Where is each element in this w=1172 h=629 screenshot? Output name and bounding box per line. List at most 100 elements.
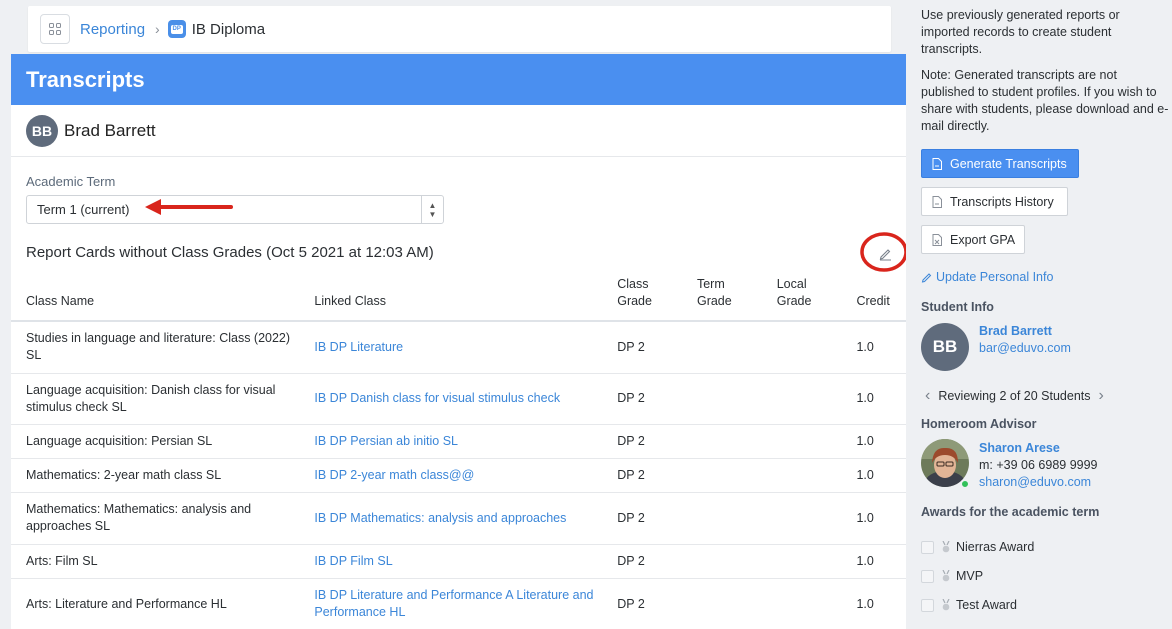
table-row: Mathematics: Mathematics: analysis and a… xyxy=(11,492,906,545)
class-name-cell: Language acquisition: Persian SL xyxy=(11,424,300,459)
advisor-name-link[interactable]: Sharon Arese xyxy=(979,441,1060,455)
local-grade-cell xyxy=(761,544,842,579)
local-grade-cell xyxy=(761,578,842,629)
table-row: Mathematics: 2-year math class SL IB DP … xyxy=(11,458,906,493)
linked-class-link[interactable]: IB DP Literature xyxy=(299,321,603,374)
breadcrumb: Reporting › DP IB Diploma xyxy=(28,6,891,52)
pencil-icon[interactable] xyxy=(877,245,893,261)
sidebar: Use previously generated reports or impo… xyxy=(921,0,1172,629)
credit-cell: 1.0 xyxy=(841,578,906,629)
page-title: Transcripts xyxy=(11,54,906,105)
excel-icon xyxy=(932,233,942,246)
linked-class-link[interactable]: IB DP Mathematics: analysis and approach… xyxy=(299,492,603,545)
linked-class-link[interactable]: IB DP Film SL xyxy=(299,544,603,579)
chevron-left-icon[interactable]: ‹ xyxy=(925,387,930,405)
credit-cell: 1.0 xyxy=(841,321,906,374)
class-grade-cell: DP 2 xyxy=(602,492,682,545)
grid-icon[interactable] xyxy=(40,14,70,44)
credit-cell: 1.0 xyxy=(841,544,906,579)
term-grade-cell xyxy=(681,578,762,629)
term-grade-cell xyxy=(681,544,762,579)
table-row: Arts: Film SL IB DP Film SL DP 2 1.0 xyxy=(11,544,906,579)
pdf-icon xyxy=(932,157,942,170)
class-name-cell: Mathematics: Mathematics: analysis and a… xyxy=(11,492,300,545)
linked-class-link[interactable]: IB DP Literature and Performance A Liter… xyxy=(299,578,603,629)
class-name-cell: Language acquisition: Danish class for v… xyxy=(11,373,300,425)
credit-cell: 1.0 xyxy=(841,424,906,459)
generate-transcripts-button[interactable]: Generate Transcripts xyxy=(921,149,1079,178)
column-header-class-name: Class Name xyxy=(11,276,300,322)
class-name-cell: Arts: Film SL xyxy=(11,544,300,579)
sidebar-note: Note: Generated transcripts are not publ… xyxy=(921,68,1169,133)
award-label: MVP xyxy=(956,569,984,583)
linked-class-link[interactable]: IB DP Danish class for visual stimulus c… xyxy=(299,373,603,425)
column-header-class-grade: Class Grade xyxy=(602,276,682,322)
linked-class-link[interactable]: IB DP 2-year math class@@ xyxy=(299,458,603,493)
award-checkbox[interactable] xyxy=(921,598,934,612)
student-email-link[interactable]: bar@eduvo.com xyxy=(979,341,1071,355)
column-header-local-grade: Local Grade xyxy=(761,276,842,322)
table-row: Studies in language and literature: Clas… xyxy=(11,321,906,374)
student-pager: ‹ Reviewing 2 of 20 Students › xyxy=(921,387,1104,405)
select-stepper-icon[interactable]: ▲ ▼ xyxy=(421,196,443,223)
student-info-title: Student Info xyxy=(921,300,994,314)
chevron-right-icon[interactable]: › xyxy=(1099,387,1104,405)
credit-cell: 1.0 xyxy=(841,458,906,493)
avatar: BB xyxy=(921,323,969,371)
class-grade-cell: DP 2 xyxy=(602,424,682,459)
award-label: Nierras Award xyxy=(956,540,1035,554)
local-grade-cell xyxy=(761,424,842,459)
term-grade-cell xyxy=(681,492,762,545)
class-grade-cell: DP 2 xyxy=(602,321,682,374)
award-item[interactable]: Nierras Award xyxy=(921,540,1034,554)
academic-term-select[interactable]: Term 1 (current) ▲ ▼ xyxy=(26,195,444,224)
transcripts-history-button[interactable]: Transcripts History xyxy=(921,187,1068,216)
term-grade-cell xyxy=(681,321,762,374)
report-table: Class Name Linked Class Class Grade Term… xyxy=(11,276,906,629)
reviewing-label: Reviewing 2 of 20 Students xyxy=(938,389,1091,403)
award-item[interactable]: MVP xyxy=(921,569,983,583)
update-personal-info-link[interactable]: Update Personal Info xyxy=(921,270,1053,284)
local-grade-cell xyxy=(761,321,842,374)
breadcrumb-reporting-link[interactable]: Reporting xyxy=(80,21,145,38)
avatar: BB xyxy=(26,114,58,147)
award-checkbox[interactable] xyxy=(921,540,934,554)
advisor-phone: m: +39 06 6989 9999 xyxy=(979,458,1098,472)
academic-term-value: Term 1 (current) xyxy=(37,202,130,217)
class-name-cell: Mathematics: 2-year math class SL xyxy=(11,458,300,493)
chevron-right-icon: › xyxy=(155,21,160,37)
local-grade-cell xyxy=(761,492,842,545)
column-header-linked-class: Linked Class xyxy=(299,276,603,322)
arrow-annotation xyxy=(145,199,233,215)
update-personal-info-label: Update Personal Info xyxy=(936,270,1054,284)
table-row: Arts: Literature and Performance HL IB D… xyxy=(11,578,906,629)
awards-title: Awards for the academic term xyxy=(921,505,1100,519)
class-name-cell: Arts: Literature and Performance HL xyxy=(11,578,300,629)
credit-cell: 1.0 xyxy=(841,373,906,425)
term-grade-cell xyxy=(681,424,762,459)
award-checkbox[interactable] xyxy=(921,569,934,583)
linked-class-link[interactable]: IB DP Persian ab initio SL xyxy=(299,424,603,459)
student-name-link[interactable]: Brad Barrett xyxy=(979,324,1052,338)
class-grade-cell: DP 2 xyxy=(602,578,682,629)
class-grade-cell: DP 2 xyxy=(602,458,682,493)
transcripts-history-label: Transcripts History xyxy=(950,194,1054,209)
credit-cell: 1.0 xyxy=(841,492,906,545)
pdf-icon xyxy=(932,195,942,208)
sidebar-intro: Use previously generated reports or impo… xyxy=(921,8,1120,56)
medal-icon xyxy=(942,570,950,582)
medal-icon xyxy=(942,541,950,553)
table-row: Language acquisition: Danish class for v… xyxy=(11,373,906,425)
export-gpa-button[interactable]: Export GPA xyxy=(921,225,1025,254)
award-label: Test Award xyxy=(956,598,1017,612)
advisor-email-link[interactable]: sharon@eduvo.com xyxy=(979,475,1091,489)
student-header: BB Brad Barrett xyxy=(11,105,906,157)
term-grade-cell xyxy=(681,458,762,493)
report-title: Report Cards without Class Grades (Oct 5… xyxy=(26,244,434,261)
award-item[interactable]: Test Award xyxy=(921,598,1017,612)
online-status-icon xyxy=(960,479,970,489)
class-name-cell: Studies in language and literature: Clas… xyxy=(11,321,300,374)
ib-badge-icon: DP xyxy=(167,20,186,38)
generate-transcripts-label: Generate Transcripts xyxy=(950,156,1067,171)
local-grade-cell xyxy=(761,373,842,425)
